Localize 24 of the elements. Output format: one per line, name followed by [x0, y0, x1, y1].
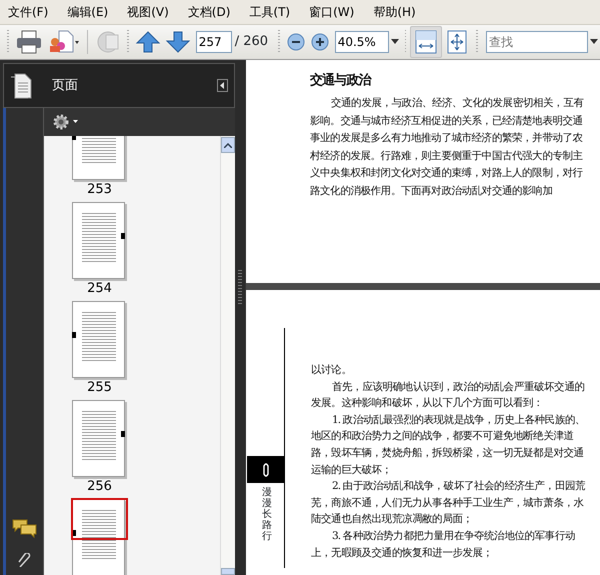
page-number-label: 254 — [86, 280, 113, 298]
menu-item[interactable]: 工具(T) — [244, 0, 296, 24]
running-title: 漫漫长路行 — [262, 487, 272, 542]
menu-item[interactable]: 窗口(W) — [304, 0, 360, 24]
zoom-field[interactable]: 40.5% — [334, 31, 389, 53]
menu-item[interactable]: 视图(V) — [122, 0, 174, 24]
page-total: / 260 — [234, 33, 268, 52]
section-heading: 交通与政治 — [310, 72, 372, 90]
paragraph: 2. 由于政治动乱和战争，破坏了社会的经济生产，田园荒芜，商旅不通，人们无力从事各种手工业生产，城市萧条，水陆交通也自然出现荒凉凋敝的局面； — [311, 479, 586, 528]
paragraph: 1. 政治动乱最强烈的表现就是战争，历史上各种民族的、地区的和政治势力之间的战争，都要不可避免地断绝关津道路，毁坏车辆，焚烧舟船，拆毁桥梁，这一切无疑都是对交通运输的巨大破坏； — [311, 412, 586, 478]
paragraph: 交通的发展，与政治、经济、文化的发展密切相关，互有影响。交通与城市经济互相促进的关系，已经清楚地表明交通事业的发展是多么有力地推动了城市经济的繁荣，并带动了农村经济的发展。行路难，则主要侧重于中国古代强大的专制主义中央集权和封闭文化对交通的束缚，对路上人的限制，对行路文化的消极作用。下面再对政治动乱对交通的影响加 — [310, 96, 584, 198]
menu-item[interactable]: 文档(D) — [182, 0, 236, 24]
menu-item[interactable]: 帮助(H) — [368, 0, 421, 24]
page-number-label: 253 — [86, 181, 113, 199]
menu-item[interactable]: 文件(F) — [3, 0, 54, 24]
menu-item[interactable]: 编辑(E) — [62, 0, 114, 24]
panel-title: 页面 — [52, 76, 78, 95]
paragraph: 首先，应该明确地认识到，政治的动乱会严重破坏交通的发展。这种影响和破坏，从以下几个方面可以看到： — [311, 380, 586, 412]
page-number-field[interactable]: 257 — [196, 31, 232, 53]
page-number-label: 255 — [86, 379, 113, 397]
paragraph: 以讨论。 — [311, 363, 352, 378]
paragraph: 3. 各种政治势力都把力量用在争夺统治地位的军事行动上，无暇顾及交通的恢复和进一步发展； — [311, 528, 576, 561]
search-field[interactable]: 查找 — [486, 31, 588, 53]
page-number-label: 256 — [86, 478, 113, 496]
